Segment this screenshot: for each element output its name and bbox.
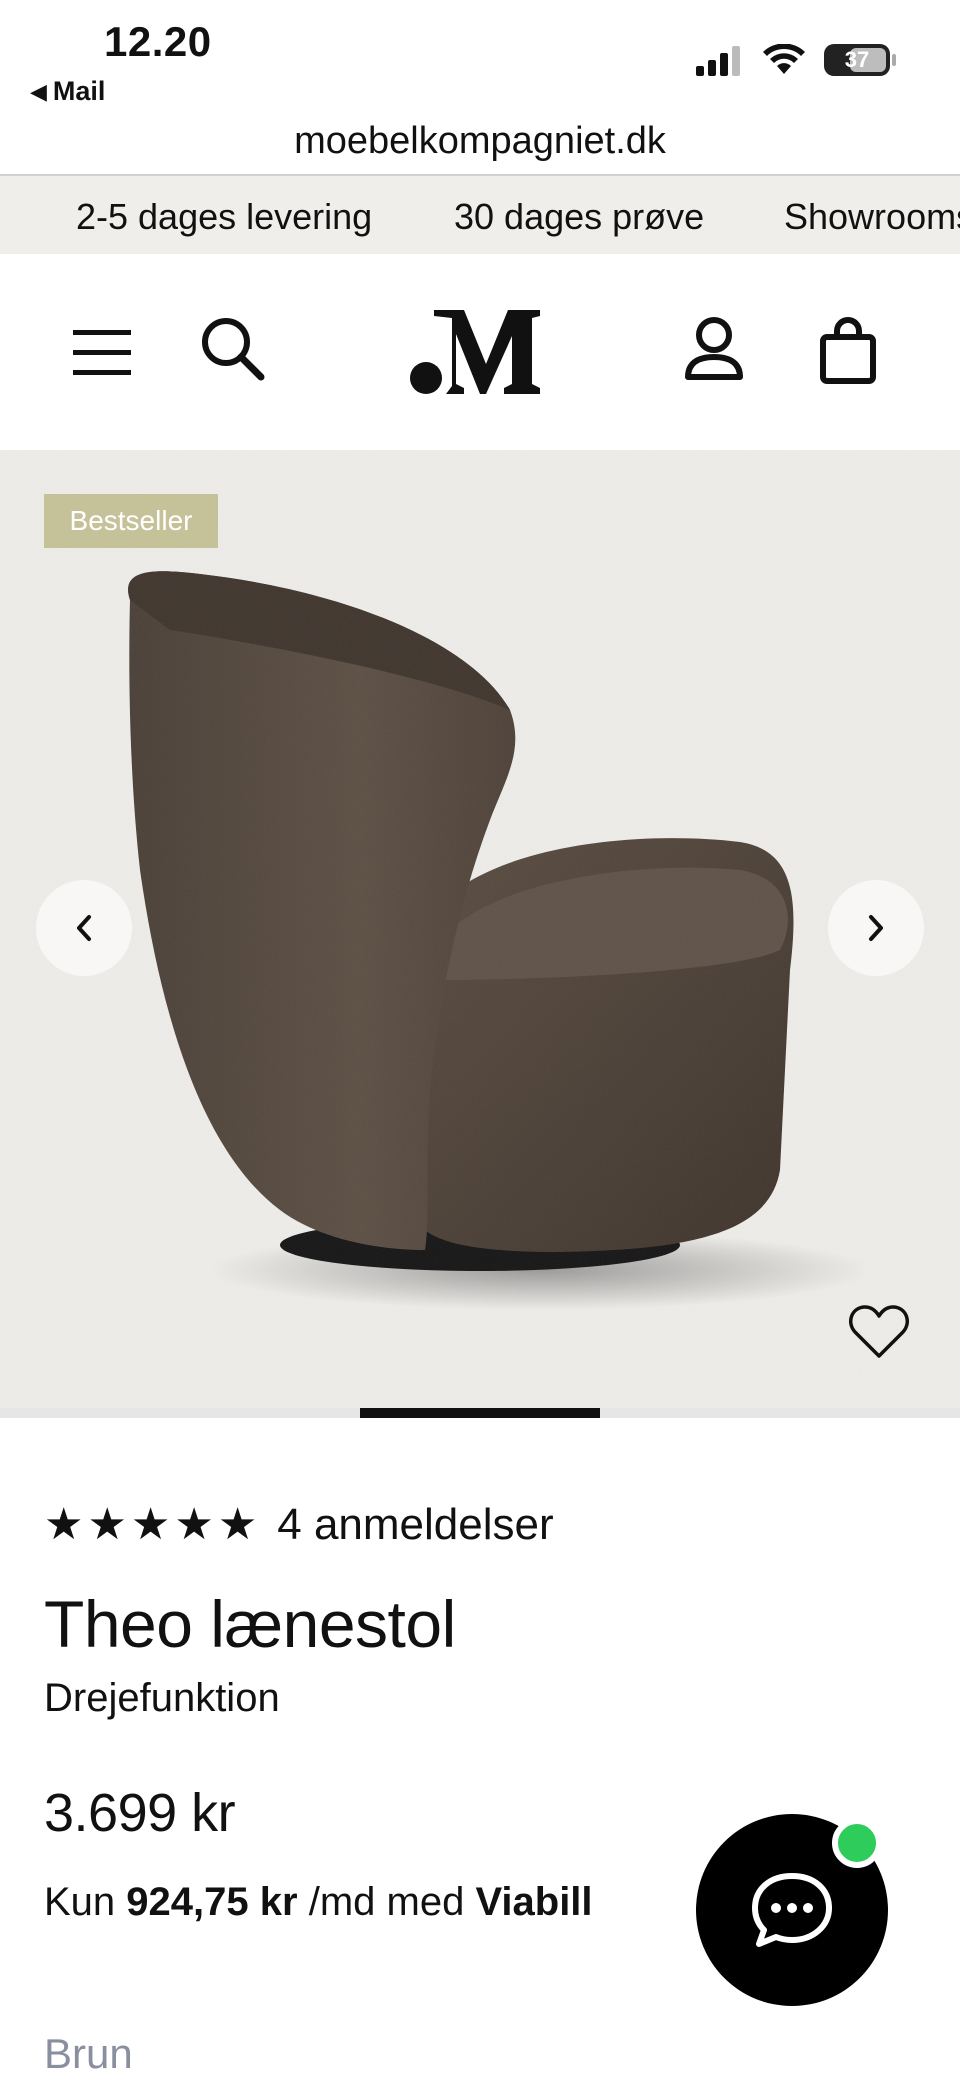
status-icons: 37 (696, 44, 896, 76)
logo-mark-icon (410, 310, 540, 394)
hamburger-menu-icon (73, 330, 131, 375)
search-button[interactable] (194, 310, 270, 386)
product-price: 3.699 kr (44, 1783, 236, 1843)
financing-amount: 924,75 kr (126, 1880, 298, 1924)
product-rating[interactable]: ★ ★ ★ ★ ★ 4 anmeldelser (44, 1500, 554, 1550)
site-header (0, 254, 960, 450)
site-logo[interactable] (404, 304, 556, 400)
chevron-left-icon (77, 915, 91, 941)
back-triangle-icon: ◀ (30, 78, 47, 104)
star-icon: ★ (44, 1500, 84, 1549)
status-time: 12.20 (104, 18, 212, 65)
gallery-progress-track (0, 1408, 960, 1418)
url-text: moebelkompagniet.dk (294, 119, 666, 162)
color-label: Brun (44, 2030, 133, 2077)
chevron-right-icon (869, 915, 883, 941)
product-subtitle: Drejefunktion (44, 1676, 280, 1720)
account-button[interactable] (676, 310, 752, 390)
product-title: Theo lænestol (44, 1587, 456, 1661)
search-icon (202, 318, 265, 381)
star-icon: ★ (174, 1500, 214, 1549)
financing-prefix: Kun (44, 1880, 116, 1924)
status-bar: 12.20 ◀ Mail 37 (0, 0, 960, 120)
bestseller-badge: Bestseller (44, 494, 218, 548)
usp-delivery: 2-5 dages levering (76, 196, 373, 237)
reviews-link[interactable]: 4 anmeldelser (277, 1500, 553, 1550)
gallery-next-button[interactable] (828, 880, 924, 976)
gallery-prev-button[interactable] (36, 880, 132, 976)
rating-stars: ★ ★ ★ ★ ★ (44, 1503, 257, 1547)
star-icon: ★ (87, 1500, 127, 1549)
wishlist-button[interactable] (848, 1304, 910, 1365)
shopping-bag-icon (820, 317, 876, 384)
menu-button[interactable] (64, 314, 140, 390)
financing-info: Kun 924,75 kr /md med Viabill (44, 1880, 593, 1925)
usp-showrooms: Showrooms (784, 196, 960, 237)
battery-level: 37 (844, 47, 870, 72)
gallery-progress-thumb (360, 1408, 600, 1418)
wifi-icon (763, 44, 805, 74)
battery-indicator: 37 (824, 44, 896, 76)
cellular-signal-icon (696, 46, 740, 76)
address-bar[interactable]: moebelkompagniet.dk (0, 108, 960, 176)
armchair-product-image (0, 450, 960, 1412)
back-app-label: Mail (52, 76, 106, 106)
star-icon: ★ (130, 1500, 171, 1549)
user-icon (685, 317, 743, 380)
financing-mid: /md med (308, 1880, 465, 1924)
heart-icon (849, 1305, 909, 1358)
cart-button[interactable] (808, 310, 888, 392)
product-image-gallery[interactable]: Bestseller (0, 450, 960, 1412)
back-to-app-link[interactable]: ◀ Mail (30, 76, 105, 107)
chat-bubble-icon (752, 1873, 832, 1947)
financing-provider: Viabill (475, 1880, 593, 1924)
star-icon: ★ (217, 1500, 258, 1549)
battery-icon: 37 (824, 44, 890, 76)
usp-strip: 2-5 dages levering 30 dages prøve Showro… (0, 176, 960, 254)
chat-online-indicator (832, 1818, 882, 1868)
usp-trial: 30 dages prøve (454, 196, 705, 237)
